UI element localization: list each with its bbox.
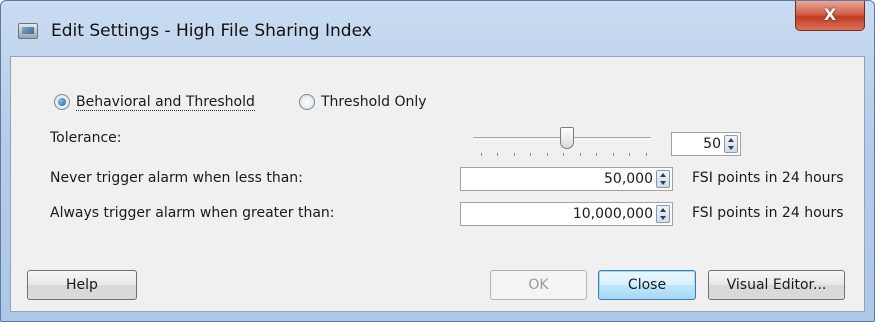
spinner-arrows-icon[interactable] <box>656 205 670 223</box>
radio-selected-icon <box>54 94 70 110</box>
visual-editor-button[interactable]: Visual Editor... <box>708 270 845 300</box>
radio-label: Threshold Only <box>321 94 427 110</box>
never-trigger-label: Never trigger alarm when less than: <box>50 170 303 186</box>
radio-threshold-only[interactable]: Threshold Only <box>299 91 427 113</box>
dialog-window: Edit Settings - High File Sharing Index … <box>0 0 875 322</box>
always-trigger-value: 10,000,000 <box>572 206 653 222</box>
always-trigger-label: Always trigger alarm when greater than: <box>50 205 335 221</box>
window-title: Edit Settings - High File Sharing Index <box>51 21 372 41</box>
always-trigger-spinner[interactable]: 10,000,000 <box>460 202 673 226</box>
slider-thumb[interactable] <box>560 127 574 149</box>
never-trigger-value: 50,000 <box>604 171 653 187</box>
close-button[interactable]: Close <box>598 270 696 300</box>
window-close-button[interactable]: X <box>795 1 865 31</box>
settings-app-icon <box>18 23 38 39</box>
tolerance-value: 50 <box>703 136 721 152</box>
spinner-arrows-icon[interactable] <box>656 170 670 188</box>
radio-unselected-icon <box>299 94 315 110</box>
never-trigger-spinner[interactable]: 50,000 <box>460 167 673 191</box>
title-bar[interactable]: Edit Settings - High File Sharing Index … <box>1 1 874 57</box>
help-button[interactable]: Help <box>27 270 137 300</box>
never-trigger-unit: FSI points in 24 hours <box>692 170 844 186</box>
tolerance-spinner[interactable]: 50 <box>671 132 741 156</box>
spinner-arrows-icon[interactable] <box>724 135 738 153</box>
dialog-body: Behavioral and Threshold Threshold Only … <box>10 56 865 312</box>
tolerance-slider[interactable] <box>473 127 651 167</box>
radio-label: Behavioral and Threshold <box>76 93 255 111</box>
ok-button[interactable]: OK <box>490 270 587 300</box>
radio-behavioral-and-threshold[interactable]: Behavioral and Threshold <box>54 91 255 113</box>
tolerance-label: Tolerance: <box>50 130 122 146</box>
slider-ticks <box>481 153 647 159</box>
always-trigger-unit: FSI points in 24 hours <box>692 205 844 221</box>
